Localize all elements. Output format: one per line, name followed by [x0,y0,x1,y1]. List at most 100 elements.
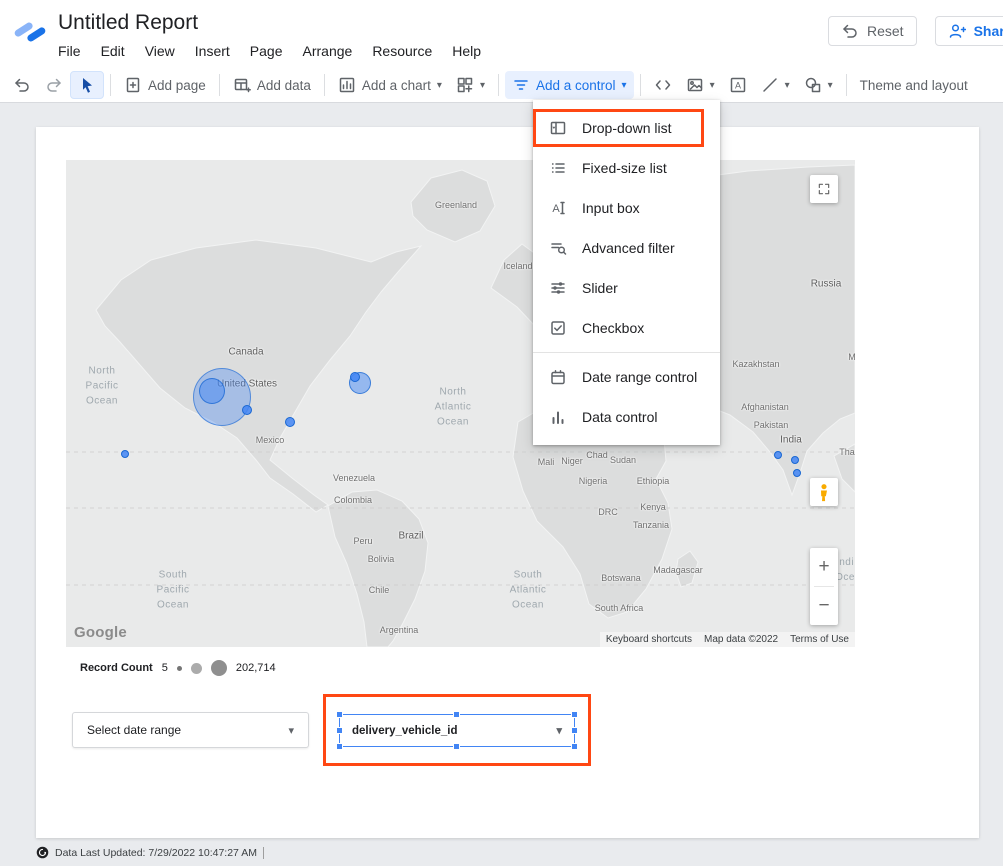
geo-map-chart[interactable]: North Pacific OceanNorth Atlantic OceanS… [66,160,855,647]
share-button[interactable]: Share [935,16,1003,46]
selection-handle[interactable] [453,743,460,750]
pegman-button[interactable] [810,478,838,506]
bubble-size-legend: Record Count 5 202,714 [80,660,276,676]
country-label: Niger [561,456,583,466]
image-icon [686,76,704,94]
last-updated-text: Data Last Updated: 7/29/2022 10:47:27 AM [55,847,257,859]
selection-handle[interactable] [453,711,460,718]
control-menu-group2: Date range control Data control [533,357,720,437]
menu-item-fixed-size-list[interactable]: Fixed-size list [533,148,720,188]
menu-item-label: Drop-down list [582,120,671,136]
country-label: Argentina [380,625,419,635]
menu-item-input-box[interactable]: AInput box [533,188,720,228]
data-studio-logo[interactable] [14,15,46,52]
map-bubble [121,450,129,458]
country-label: Sudan [610,455,636,465]
google-logo: Google [74,624,127,641]
menu-resource[interactable]: Resource [362,40,442,62]
selection-handle[interactable] [571,727,578,734]
theme-layout-button[interactable]: Theme and layout [853,71,975,99]
menu-item-label: Date range control [582,369,697,385]
menu-item-advanced-filter[interactable]: Advanced filter [533,228,720,268]
selection-handle[interactable] [571,711,578,718]
country-label: Chile [369,585,390,595]
redo-button[interactable] [38,71,70,99]
zoom-out-button[interactable]: − [810,587,838,625]
reset-icon [841,22,859,40]
fixed-size-list-icon [549,159,567,177]
country-label: Canada [228,347,263,358]
insert-shape-button[interactable]: ▾ [797,71,840,99]
insert-text-button[interactable]: A [722,71,754,99]
menu-item-label: Fixed-size list [582,160,667,176]
menu-edit[interactable]: Edit [91,40,135,62]
community-visualizations-button[interactable]: ▾ [449,71,492,99]
toolbar-divider [324,74,325,96]
report-title[interactable]: Untitled Report [58,11,198,35]
zoom-in-button[interactable]: + [810,548,838,586]
looker-studio-app: Untitled Report FileEditViewInsertPageAr… [0,0,1003,866]
redo-icon [45,76,63,94]
menu-help[interactable]: Help [442,40,491,62]
selection-handle[interactable] [336,743,343,750]
map-bubble [350,372,360,382]
selection-handle[interactable] [336,727,343,734]
legend-bubble-medium [191,663,202,674]
fullscreen-icon [817,182,831,196]
reset-button[interactable]: Reset [828,16,917,46]
add-control-menu: Drop-down list Fixed-size list AInput box A… [533,100,720,445]
add-chart-button[interactable]: Add a chart ▾ [331,71,449,99]
menu-item-label: Advanced filter [582,240,675,256]
toolbar-divider [219,74,220,96]
legend-min-value: 5 [162,662,168,674]
chevron-down-icon: ▾ [828,80,833,91]
map-bubble [199,378,225,404]
menu-arrange[interactable]: Arrange [293,40,363,62]
country-label: Tha [839,447,855,457]
ocean-label: South Atlantic Ocean [510,568,547,613]
add-control-button[interactable]: Add a control ▾ [505,71,634,99]
insert-line-button[interactable]: ▾ [754,71,797,99]
selection-handle[interactable] [571,743,578,750]
select-tool-button[interactable] [70,71,104,99]
date-range-icon [549,368,567,386]
menu-page[interactable]: Page [240,40,293,62]
country-label: India [780,435,802,446]
menu-insert[interactable]: Insert [185,40,240,62]
selection-handle[interactable] [336,711,343,718]
country-label: M [848,352,855,362]
vehicle-dropdown-control[interactable]: delivery_vehicle_id ▾ [339,714,575,747]
chevron-down-icon: ▾ [785,80,790,91]
undo-button[interactable] [6,71,38,99]
map-bubble [791,456,799,464]
country-label: Iceland [503,261,532,271]
svg-text:A: A [735,81,741,91]
fullscreen-button[interactable] [810,175,838,203]
canvas-area: North Pacific OceanNorth Atlantic OceanS… [0,103,1003,866]
menu-item-label: Slider [582,280,618,296]
menu-file[interactable]: File [48,40,91,62]
country-label: Mali [538,457,555,467]
menu-item-slider[interactable]: Slider [533,268,720,308]
report-canvas[interactable]: North Pacific OceanNorth Atlantic OceanS… [36,127,979,838]
embed-button[interactable] [647,71,679,99]
map-data-copyright: Map data ©2022 [698,634,784,645]
menu-item-date-range-control[interactable]: Date range control [533,357,720,397]
menu-item-checkbox[interactable]: Checkbox [533,308,720,348]
insert-image-button[interactable]: ▾ [679,71,722,99]
country-label: Colombia [334,495,372,505]
control-menu-group1: Drop-down list Fixed-size list AInput box A… [533,108,720,348]
menu-item-drop-down-list[interactable]: Drop-down list [533,108,720,148]
menu-item-data-control[interactable]: Data control [533,397,720,437]
terms-of-use-link[interactable]: Terms of Use [784,634,855,645]
vehicle-dropdown-label: delivery_vehicle_id [352,725,457,737]
country-label: Bolivia [368,554,395,564]
keyboard-shortcuts-link[interactable]: Keyboard shortcuts [600,634,698,645]
menubar: FileEditViewInsertPageArrangeResourceHel… [48,40,491,62]
add-chart-icon [338,76,356,94]
date-range-control[interactable]: Select date range ▾ [72,712,309,748]
add-page-button[interactable]: Add page [117,71,213,99]
menu-view[interactable]: View [135,40,185,62]
add-control-label: Add a control [536,78,616,93]
add-data-button[interactable]: Add data [226,71,318,99]
